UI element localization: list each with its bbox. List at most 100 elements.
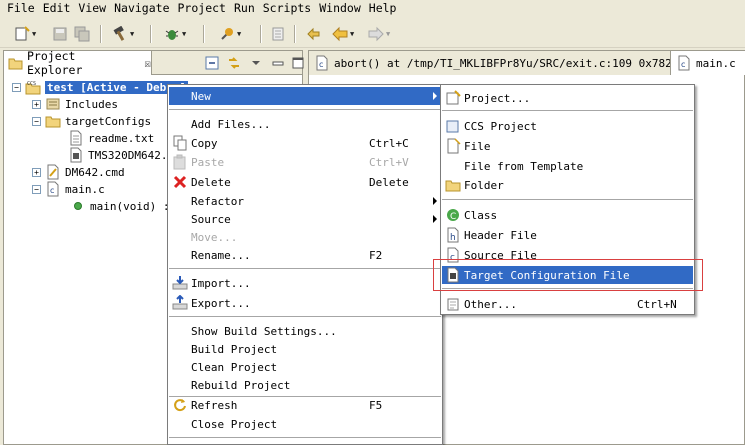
- close-icon[interactable]: ☒: [144, 57, 151, 70]
- menu-item-label: Header File: [464, 228, 537, 242]
- menu-window[interactable]: Window: [315, 0, 365, 17]
- menu-item-refresh[interactable]: Refresh F5: [169, 396, 441, 414]
- menu-item-export[interactable]: Export...: [169, 294, 441, 312]
- c-file-icon: c: [45, 181, 61, 197]
- bug-icon: [164, 26, 180, 42]
- editor-tab-label: abort() at /tmp/TI_MKLIBFPr8Yu/SRC/exit.…: [334, 56, 671, 70]
- menu-view[interactable]: View: [74, 0, 110, 17]
- maximize-icon[interactable]: [290, 55, 306, 71]
- menu-item-rename[interactable]: Rename... F2: [169, 246, 441, 264]
- collapse-all-icon[interactable]: [204, 55, 220, 71]
- menu-navigate[interactable]: Navigate: [110, 0, 173, 17]
- tab-main-c[interactable]: c main.c: [671, 51, 745, 75]
- submenu-item-class[interactable]: C Class: [442, 206, 693, 224]
- c-file-icon: c: [676, 55, 692, 71]
- forward-button[interactable]: ▼: [368, 24, 390, 44]
- tree-label: targetConfigs: [65, 114, 152, 128]
- tree-node-dm642-cmd[interactable]: + DM642.cmd: [32, 164, 125, 180]
- hammer-icon: [112, 25, 128, 42]
- menu-item-label: Add Files...: [191, 117, 271, 131]
- highlight-box: [433, 259, 703, 291]
- collapse-toggle[interactable]: −: [12, 82, 21, 92]
- ccs-project-icon: CCS: [25, 79, 41, 95]
- tree-node-readme[interactable]: readme.txt: [68, 130, 154, 146]
- toggle-view-button[interactable]: [270, 24, 286, 44]
- expand-toggle[interactable]: +: [32, 99, 41, 109]
- link-with-editor-icon[interactable]: [226, 55, 242, 71]
- menu-item-shortcut: Ctrl+V: [369, 155, 409, 169]
- submenu-item-file-from-template[interactable]: File from Template: [442, 157, 693, 175]
- tree-node-main-c[interactable]: − c main.c: [32, 181, 105, 197]
- collapse-toggle[interactable]: −: [32, 116, 41, 126]
- collapse-toggle[interactable]: −: [32, 184, 41, 194]
- text-file-icon: [68, 130, 84, 146]
- submenu-arrow-icon: [433, 92, 437, 100]
- menu-item-clean-project[interactable]: Clean Project: [169, 358, 441, 376]
- menu-item-shortcut: F2: [369, 248, 383, 262]
- tree-node-includes[interactable]: + Includes: [32, 96, 118, 112]
- submenu-item-folder[interactable]: Folder: [442, 176, 693, 194]
- save-all-button[interactable]: [74, 24, 90, 44]
- submenu-item-project[interactable]: Project...: [442, 89, 693, 107]
- refresh-icon: [172, 397, 188, 413]
- tab-project-explorer[interactable]: Project Explorer ☒: [4, 49, 152, 77]
- minimize-icon[interactable]: [270, 55, 286, 71]
- new-icon: [14, 26, 30, 42]
- folder-icon: [445, 177, 461, 193]
- class-icon: C: [445, 207, 461, 223]
- svg-text:c: c: [319, 60, 323, 69]
- menu-project[interactable]: Project: [174, 0, 230, 17]
- menu-item-add-files[interactable]: Add Files...: [169, 115, 441, 133]
- target-config-icon: [68, 147, 84, 163]
- menu-item-delete[interactable]: Delete Delete: [169, 173, 441, 191]
- view-menu-icon[interactable]: [248, 55, 264, 71]
- menu-item-copy[interactable]: Copy Ctrl+C: [169, 134, 441, 152]
- menu-item-label: Clean Project: [191, 360, 278, 374]
- new-wizard-button[interactable]: ▼: [14, 24, 36, 44]
- save-icon: [52, 26, 68, 42]
- debug-button[interactable]: ▼: [164, 24, 186, 44]
- svg-text:C: C: [450, 212, 456, 222]
- menu-run[interactable]: Run: [230, 0, 259, 17]
- tree-node-project[interactable]: − CCS test [Active - Debug]: [12, 79, 189, 95]
- menu-item-refactor[interactable]: Refactor: [169, 192, 441, 210]
- expand-toggle[interactable]: +: [32, 167, 41, 177]
- submenu-item-header-file[interactable]: h Header File: [442, 226, 693, 244]
- svg-text:h: h: [450, 233, 456, 243]
- menu-item-import[interactable]: Import...: [169, 274, 441, 292]
- menu-item-close-project[interactable]: Close Project: [169, 415, 441, 433]
- build-button[interactable]: ▼: [112, 24, 134, 44]
- submenu-item-ccs-project[interactable]: CCS Project: [442, 117, 693, 135]
- save-all-icon: [74, 26, 90, 42]
- last-edit-button[interactable]: [306, 24, 322, 44]
- editor-tab-label: main.c: [696, 56, 736, 70]
- chevron-down-icon: ▼: [350, 30, 355, 38]
- c-file-icon: c: [314, 55, 330, 71]
- menu-edit[interactable]: Edit: [39, 0, 75, 17]
- menu-item-shortcut: Ctrl+N: [637, 297, 677, 311]
- menu-item-rebuild-project[interactable]: Rebuild Project: [169, 376, 441, 394]
- back-button[interactable]: ▼: [332, 24, 354, 44]
- menu-help[interactable]: Help: [365, 0, 401, 17]
- menu-file[interactable]: File: [3, 0, 39, 17]
- submenu-item-file[interactable]: File: [442, 137, 693, 155]
- tab-abort-exit-c[interactable]: c abort() at /tmp/TI_MKLIBFPr8Yu/SRC/exi…: [309, 51, 671, 75]
- menu-item-source[interactable]: Source: [169, 210, 441, 228]
- menu-separator: [169, 268, 441, 269]
- menu-separator: [442, 199, 693, 200]
- submenu-item-other[interactable]: Other... Ctrl+N: [442, 295, 693, 313]
- copy-icon: [172, 135, 188, 151]
- menu-item-show-build-settings[interactable]: Show Build Settings...: [169, 322, 441, 340]
- menu-item-label: Source: [191, 212, 231, 226]
- includes-icon: [45, 96, 61, 112]
- external-tools-button[interactable]: ▼: [219, 24, 241, 44]
- menu-item-label: Other...: [464, 297, 517, 311]
- save-button[interactable]: [52, 24, 68, 44]
- menu-item-build-project[interactable]: Build Project: [169, 340, 441, 358]
- menu-scripts[interactable]: Scripts: [259, 0, 315, 17]
- menu-item-label: Build Project: [191, 342, 278, 356]
- toolbar-separator: [203, 25, 205, 43]
- menu-item-new[interactable]: New: [169, 87, 441, 105]
- tree-node-targetconfigs[interactable]: − targetConfigs: [32, 113, 151, 129]
- menu-separator: [169, 109, 441, 110]
